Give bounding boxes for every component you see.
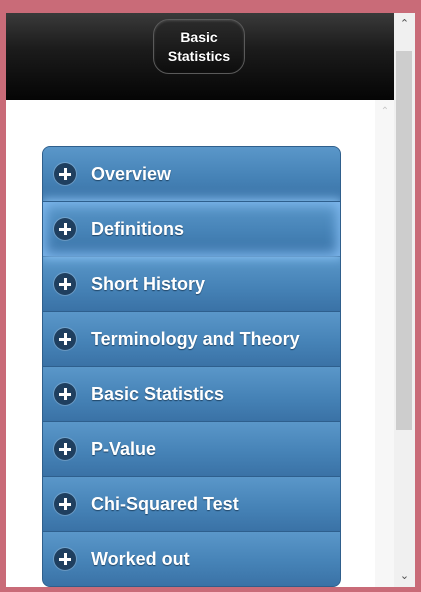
scroll-up-icon[interactable]: ⌃ [375, 106, 395, 117]
menu-item-label: Basic Statistics [91, 383, 225, 404]
menu-item-terminology[interactable]: Terminology and Theory [43, 311, 340, 366]
app-frame: Basic Statistics ⌃ Overview Definitions … [6, 13, 415, 587]
header-bar: Basic Statistics [6, 13, 394, 100]
page-title: Basic Statistics [167, 28, 231, 64]
topic-accordion: Overview Definitions Short History Termi… [42, 146, 341, 587]
menu-item-label: Worked out [91, 548, 190, 569]
chevron-up-icon[interactable]: ⌃ [394, 16, 415, 32]
plus-circle-icon [54, 218, 76, 240]
plus-circle-icon [54, 328, 76, 350]
window-scrollbar[interactable]: ⌃ ⌄ [394, 13, 415, 587]
menu-item-label: Chi-Squared Test [91, 493, 239, 514]
menu-item-p-value[interactable]: P-Value [43, 421, 340, 476]
menu-item-basic-statistics[interactable]: Basic Statistics [43, 366, 340, 421]
menu-item-label: Definitions [91, 218, 184, 239]
content-scrollbar[interactable]: ⌃ [375, 100, 395, 587]
plus-circle-icon [54, 548, 76, 570]
menu-item-label: P-Value [91, 438, 157, 459]
menu-item-label: Terminology and Theory [91, 328, 300, 349]
plus-circle-icon [54, 493, 76, 515]
menu-item-worked-out[interactable]: Worked out [43, 531, 340, 586]
title-button[interactable]: Basic Statistics [153, 19, 245, 74]
menu-item-overview[interactable]: Overview [43, 147, 340, 201]
plus-circle-icon [54, 383, 76, 405]
menu-item-chi-squared[interactable]: Chi-Squared Test [43, 476, 340, 531]
plus-circle-icon [54, 438, 76, 460]
scrollbar-thumb[interactable] [396, 51, 412, 430]
menu-item-label: Short History [91, 273, 206, 294]
menu-item-short-history[interactable]: Short History [43, 256, 340, 311]
plus-circle-icon [54, 163, 76, 185]
menu-item-definitions[interactable]: Definitions [43, 201, 340, 256]
plus-circle-icon [54, 273, 76, 295]
chevron-down-icon[interactable]: ⌄ [394, 568, 415, 584]
menu-item-label: Overview [91, 163, 172, 184]
